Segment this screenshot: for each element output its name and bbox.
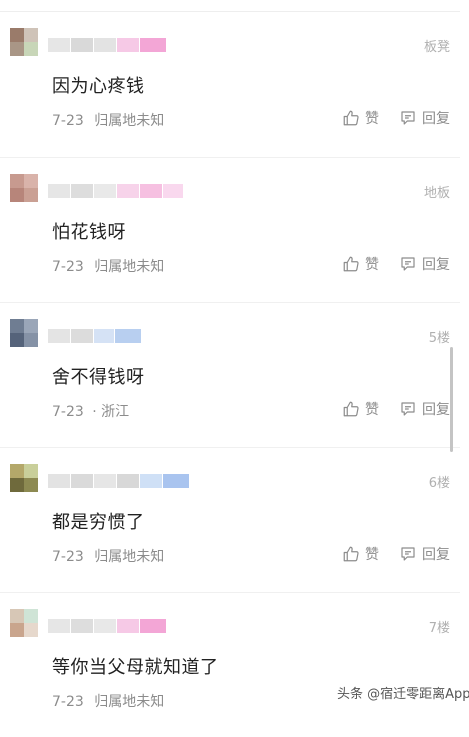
comment-meta: 7-23 归属地未知 [52, 256, 164, 276]
username-blurred[interactable] [48, 470, 190, 492]
comment-bubble-icon [401, 547, 415, 561]
avatar[interactable] [10, 28, 38, 56]
thumbs-up-icon [343, 401, 359, 417]
username-blurred[interactable] [48, 34, 167, 56]
like-button[interactable]: 赞 [342, 544, 379, 564]
comment-location: 归属地未知 [94, 113, 165, 129]
like-button[interactable]: 赞 [342, 108, 379, 128]
comment-text: 都是穷惯了 [52, 512, 145, 533]
comment-date: 7-23 [52, 549, 84, 565]
comment-location: · 浙江 [92, 404, 130, 420]
comment-text: 舍不得钱呀 [52, 367, 145, 388]
comment-item: 地板 怕花钱呀 7-23 归属地未知 赞 回复 [0, 157, 460, 302]
like-button[interactable]: 赞 [342, 399, 379, 419]
comment-actions: 赞 回复 [342, 399, 450, 419]
floor-label: 5楼 [428, 331, 450, 346]
comment-feed: 板凳 因为心疼钱 7-23 归属地未知 赞 回复 地板 怕花钱呀 7-23 归属… [0, 0, 469, 711]
scrollbar[interactable] [450, 347, 453, 452]
comment-text: 怕花钱呀 [52, 222, 126, 243]
comment-item: 5楼 舍不得钱呀 7-23 · 浙江 赞 回复 [0, 302, 460, 447]
watermark: 头条 @宿迁零距离App [337, 683, 469, 702]
comment-bubble-icon [401, 402, 415, 416]
username-blurred[interactable] [48, 180, 184, 202]
reply-button[interactable]: 回复 [399, 108, 450, 128]
comment-meta: 7-23 · 浙江 [52, 401, 129, 421]
comment-text: 因为心疼钱 [52, 76, 145, 97]
reply-label: 回复 [422, 111, 450, 127]
reply-label: 回复 [422, 257, 450, 273]
floor-label: 地板 [423, 186, 450, 201]
avatar[interactable] [10, 464, 38, 492]
reply-button[interactable]: 回复 [399, 544, 450, 564]
reply-label: 回复 [422, 547, 450, 563]
comment-item: 7楼 等你当父母就知道了 7-23 归属地未知 [0, 592, 460, 737]
avatar[interactable] [10, 609, 38, 637]
floor-label: 7楼 [428, 621, 450, 636]
comment-meta: 7-23 归属地未知 [52, 110, 164, 130]
reply-button[interactable]: 回复 [399, 399, 450, 419]
comment-actions: 赞 回复 [342, 254, 450, 274]
comment-location: 归属地未知 [94, 549, 165, 565]
like-label: 赞 [365, 402, 379, 418]
comment-meta: 7-23 归属地未知 [52, 691, 164, 711]
comment-actions: 赞 回复 [342, 108, 450, 128]
comment-item: 6楼 都是穷惯了 7-23 归属地未知 赞 回复 [0, 447, 460, 592]
comment-date: 7-23 [52, 113, 84, 129]
avatar[interactable] [10, 319, 38, 347]
watermark-text: 头条 @宿迁零距离App [337, 687, 469, 702]
comment-date: 7-23 [52, 259, 84, 275]
floor-label: 板凳 [423, 40, 450, 55]
like-button[interactable]: 赞 [342, 254, 379, 274]
thumbs-up-icon [343, 546, 359, 562]
comment-location: 归属地未知 [94, 694, 165, 710]
comment-bubble-icon [401, 257, 415, 271]
reply-label: 回复 [422, 402, 450, 418]
like-label: 赞 [365, 257, 379, 273]
thumbs-up-icon [343, 110, 359, 126]
comment-date: 7-23 [52, 404, 84, 420]
comment-actions: 赞 回复 [342, 544, 450, 564]
comment-date: 7-23 [52, 694, 84, 710]
comment-text: 等你当父母就知道了 [52, 657, 219, 678]
thumbs-up-icon [343, 256, 359, 272]
reply-button[interactable]: 回复 [399, 254, 450, 274]
like-label: 赞 [365, 111, 379, 127]
comment-meta: 7-23 归属地未知 [52, 546, 164, 566]
comment-bubble-icon [401, 111, 415, 125]
avatar[interactable] [10, 174, 38, 202]
floor-label: 6楼 [428, 476, 450, 491]
username-blurred[interactable] [48, 615, 167, 637]
like-label: 赞 [365, 547, 379, 563]
username-blurred[interactable] [48, 325, 142, 347]
comment-location: 归属地未知 [94, 259, 165, 275]
comment-item: 板凳 因为心疼钱 7-23 归属地未知 赞 回复 [0, 12, 460, 156]
